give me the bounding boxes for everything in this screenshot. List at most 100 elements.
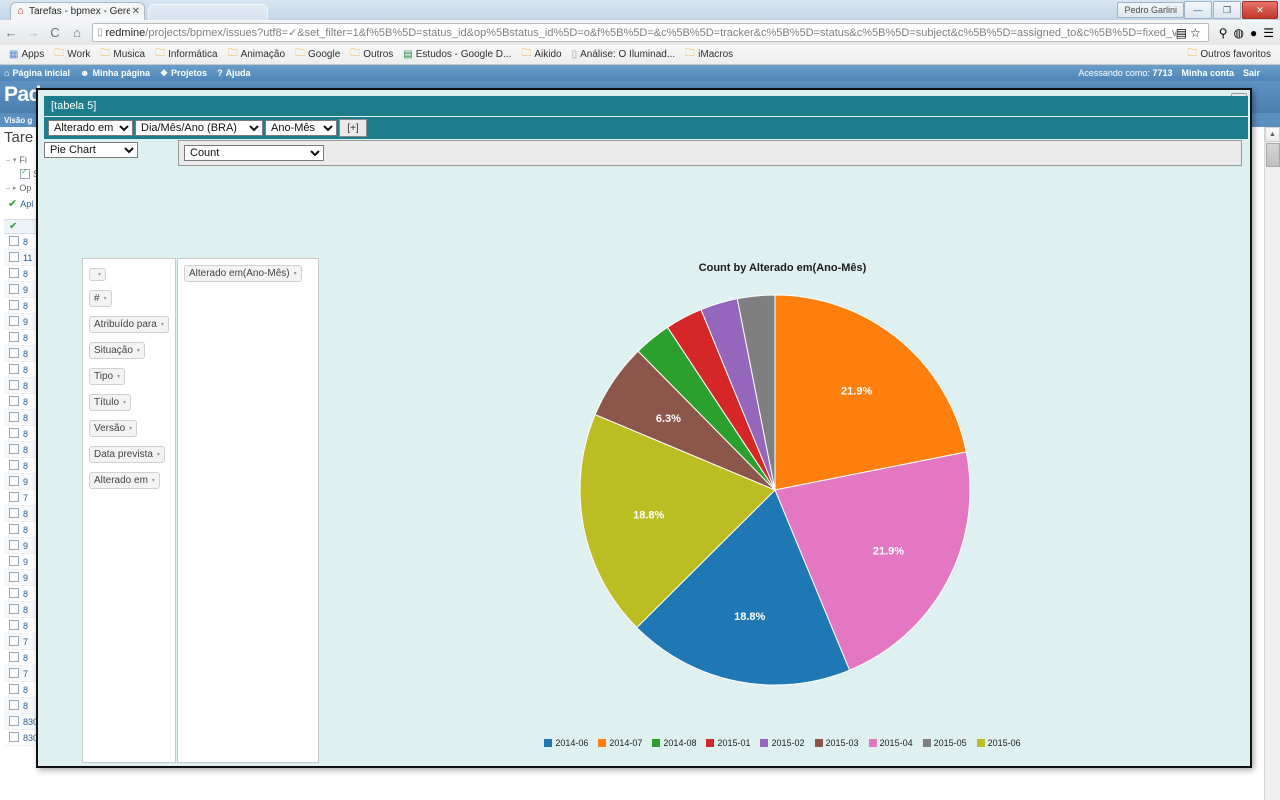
legend-item-2014-07[interactable]: 2014-07 xyxy=(598,738,642,748)
row-checkbox[interactable] xyxy=(9,347,23,360)
row-checkbox[interactable] xyxy=(9,411,23,424)
filter-group-row[interactable]: – ▾ Fi xyxy=(6,153,39,167)
unused-attribute-chip[interactable]: Alterado em ▾ xyxy=(89,471,160,489)
minimize-button[interactable]: — xyxy=(1184,1,1212,19)
unused-attribute-chip[interactable]: Título ▾ xyxy=(89,393,132,411)
apply-filters-button[interactable]: ✔ Apl xyxy=(8,197,33,210)
bookmark-item[interactable]: ▤ Estudos - Google D... xyxy=(398,49,516,60)
forward-icon[interactable]: → xyxy=(22,25,44,40)
row-checkbox[interactable] xyxy=(9,427,23,440)
filter-checkbox[interactable] xyxy=(20,167,30,179)
bookmark-item[interactable]: ▯ Análise: O Iluminad... xyxy=(567,49,681,60)
top-menu-item-help[interactable]: ? Ajuda xyxy=(217,68,251,78)
row-checkbox[interactable] xyxy=(9,715,23,728)
row-checkbox[interactable] xyxy=(9,395,23,408)
bookmark-item[interactable]: 🗀 Animação xyxy=(223,46,290,63)
bookmark-item[interactable]: 🗀 Aikido xyxy=(516,46,566,63)
row-checkbox[interactable] xyxy=(9,315,23,328)
top-menu-item-projects[interactable]: ❖ Projetos xyxy=(160,68,207,79)
unused-attribute-chip[interactable]: Atribuído para ▾ xyxy=(89,315,169,333)
top-menu-item-home[interactable]: ⌂ Página inicial xyxy=(4,68,70,78)
unused-attribute-chip[interactable]: Situação ▾ xyxy=(89,341,145,359)
row-checkbox[interactable] xyxy=(9,331,23,344)
browser-tab-active[interactable]: ⌂ Tarefas - bpmex - Gerenc ✕ xyxy=(10,2,145,20)
my-account-link[interactable]: Minha conta xyxy=(1181,68,1234,78)
translate-icon[interactable]: ▤ xyxy=(1176,26,1187,40)
pie-chart[interactable]: 21.9% 21.9% 18.8% 18.8% 6.3% xyxy=(320,280,1245,720)
globe-extension-icon[interactable]: ◍ xyxy=(1234,26,1244,40)
chevron-down-icon[interactable]: ▾ xyxy=(98,271,101,278)
unused-attribute-chip[interactable]: Data prevista ▾ xyxy=(89,445,165,463)
scroll-up-arrow[interactable]: ▲ xyxy=(1265,127,1280,142)
reload-icon[interactable]: C xyxy=(44,25,66,40)
row-checkbox[interactable] xyxy=(9,619,23,632)
bookmark-item[interactable]: 🗀 Informática xyxy=(150,46,222,63)
row-checkbox[interactable] xyxy=(9,699,23,712)
chevron-down-icon[interactable]: ▾ xyxy=(129,425,132,432)
row-checkbox[interactable] xyxy=(9,587,23,600)
legend-item-2015-03[interactable]: 2015-03 xyxy=(814,738,859,748)
row-checkbox[interactable] xyxy=(9,571,23,584)
row-checkbox[interactable] xyxy=(9,443,23,456)
bookmark-apps[interactable]: ▦ Apps xyxy=(4,49,49,60)
select-all-icon[interactable]: ✔ xyxy=(9,221,17,232)
scrollbar-thumb[interactable] xyxy=(1266,143,1280,167)
pivot-unused-attributes[interactable]: ▾ # ▾ Atribuído para ▾ Situação ▾ Tipo ▾ Título ▾ V… xyxy=(82,258,176,763)
row-checkbox[interactable] xyxy=(9,363,23,376)
unused-attribute-chip[interactable]: ▾ xyxy=(89,267,107,281)
chevron-down-icon[interactable]: ▾ xyxy=(117,373,120,380)
row-checkbox[interactable] xyxy=(9,267,23,280)
chevron-down-icon[interactable]: ▾ xyxy=(157,451,160,458)
unused-attribute-chip[interactable]: Tipo ▾ xyxy=(89,367,126,385)
page-scrollbar[interactable]: ▲ ▼ xyxy=(1264,127,1280,800)
logout-link[interactable]: Sair xyxy=(1243,68,1260,78)
chevron-down-icon[interactable]: ▾ xyxy=(104,295,107,302)
window-user-label[interactable]: Pedro Garlini xyxy=(1117,2,1184,18)
add-column-button[interactable]: [+] xyxy=(339,119,367,137)
pie-chart-svg[interactable]: 21.9% 21.9% 18.8% 18.8% 6.3% xyxy=(320,280,1245,720)
row-checkbox[interactable] xyxy=(9,731,23,744)
row-checkbox[interactable] xyxy=(9,235,23,248)
chevron-down-icon[interactable]: ▾ xyxy=(294,270,297,277)
chrome-menu-icon[interactable]: ☰ xyxy=(1263,26,1274,40)
legend-item-2015-01[interactable]: 2015-01 xyxy=(706,738,750,748)
legend-item-2015-04[interactable]: 2015-04 xyxy=(868,738,913,748)
bookmark-item[interactable]: 🗀 Musica xyxy=(95,46,150,63)
bookmark-item[interactable]: 🗀 Google xyxy=(290,46,345,63)
new-tab-button[interactable] xyxy=(148,4,268,21)
date-format-select[interactable]: Dia/Mês/Ano (BRA)Ano-MêsAno xyxy=(135,120,263,136)
legend-item-2015-05[interactable]: 2015-05 xyxy=(922,738,967,748)
row-checkbox[interactable] xyxy=(9,635,23,648)
row-checkbox[interactable] xyxy=(9,459,23,472)
legend-item-2014-08[interactable]: 2014-08 xyxy=(652,738,696,748)
row-checkbox[interactable] xyxy=(9,555,23,568)
row-checkbox[interactable] xyxy=(9,651,23,664)
tab-close-icon[interactable]: ✕ xyxy=(132,6,140,17)
row-checkbox[interactable] xyxy=(9,539,23,552)
window-close-button[interactable]: ✕ xyxy=(1242,1,1278,19)
row-checkbox[interactable] xyxy=(9,251,23,264)
chevron-down-icon[interactable]: ▾ xyxy=(161,321,164,328)
subnav-item-overview[interactable]: Visão g xyxy=(4,116,32,125)
home-icon[interactable]: ⌂ xyxy=(66,25,88,40)
row-checkbox[interactable] xyxy=(9,491,23,504)
pivot-row-attributes[interactable]: Alterado em(Ano-Mês) ▾ xyxy=(177,258,319,763)
row-attribute-chip[interactable]: Alterado em(Ano-Mês) ▾ xyxy=(184,265,302,282)
row-checkbox[interactable] xyxy=(9,683,23,696)
chevron-down-icon[interactable]: ▾ xyxy=(123,399,126,406)
unused-attribute-chip[interactable]: Versão ▾ xyxy=(89,419,138,437)
bookmark-item[interactable]: 🗀 Work xyxy=(49,46,95,63)
chevron-down-icon[interactable]: ▾ xyxy=(137,347,140,354)
chevron-down-icon[interactable]: ▾ xyxy=(152,477,155,484)
unused-attribute-chip[interactable]: # ▾ xyxy=(89,289,112,307)
top-menu-item-mypage[interactable]: ☻ Minha página xyxy=(80,68,150,78)
row-checkbox[interactable] xyxy=(9,667,23,680)
filter-options-row[interactable]: – ▸ Op xyxy=(6,181,39,195)
wrench-extension-icon[interactable]: ⚲ xyxy=(1219,26,1228,40)
legend-item-2015-02[interactable]: 2015-02 xyxy=(760,738,805,748)
row-checkbox[interactable] xyxy=(9,379,23,392)
bucket-select[interactable]: Ano-MêsAnoMês xyxy=(265,120,337,136)
cookie-extension-icon[interactable]: ● xyxy=(1250,26,1257,40)
legend-item-2015-06[interactable]: 2015-06 xyxy=(976,738,1021,748)
maximize-button[interactable]: ❐ xyxy=(1213,1,1241,19)
